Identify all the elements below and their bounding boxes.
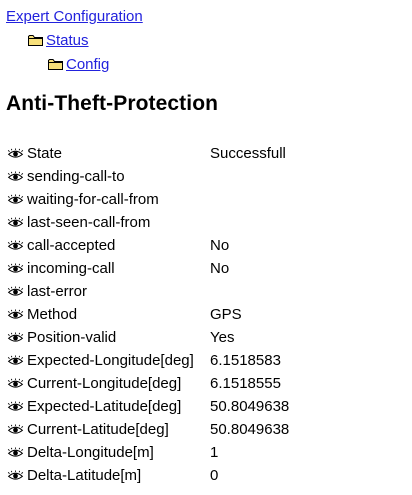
table-row: Expected-Latitude[deg] 50.8049638	[7, 395, 407, 418]
row-label: Expected-Longitude[deg]	[27, 352, 194, 369]
eye-icon[interactable]	[7, 447, 24, 458]
row-value: Yes	[210, 329, 235, 346]
eye-icon[interactable]	[7, 332, 24, 343]
page-title: Anti-Theft-Protection	[6, 92, 219, 115]
breadcrumb-level1: Status	[28, 28, 143, 52]
row-label: Method	[27, 306, 78, 323]
row-label: last-seen-call-from	[27, 214, 151, 231]
row-value: Successfull	[210, 145, 286, 162]
table-row: waiting-for-call-from	[7, 188, 407, 211]
eye-icon[interactable]	[7, 401, 24, 412]
table-row: State Successfull	[7, 142, 407, 165]
row-label: Delta-Longitude[m]	[27, 444, 154, 461]
eye-icon[interactable]	[7, 148, 24, 159]
eye-icon[interactable]	[7, 240, 24, 251]
eye-icon[interactable]	[7, 194, 24, 205]
expert-configuration-link[interactable]: Expert Configuration	[6, 8, 143, 25]
row-label: waiting-for-call-from	[27, 191, 159, 208]
row-value: No	[210, 237, 230, 254]
folder-icon	[48, 59, 63, 70]
folder-icon	[28, 35, 43, 46]
row-label: State	[27, 145, 63, 162]
row-value: GPS	[210, 306, 242, 323]
breadcrumb-level2: Config	[48, 52, 143, 76]
table-row: Expected-Longitude[deg] 6.1518583	[7, 349, 407, 372]
table-row: sending-call-to	[7, 165, 407, 188]
row-label: Current-Latitude[deg]	[27, 421, 169, 438]
status-link[interactable]: Status	[46, 32, 89, 49]
row-value: 50.8049638	[210, 398, 290, 415]
eye-icon[interactable]	[7, 217, 24, 228]
eye-icon[interactable]	[7, 355, 24, 366]
row-label: Current-Longitude[deg]	[27, 375, 182, 392]
table-row: last-seen-call-from	[7, 211, 407, 234]
table-row: Method GPS	[7, 303, 407, 326]
config-link[interactable]: Config	[66, 56, 109, 73]
status-table: State Successfull sending-call-to waiting-f…	[7, 142, 407, 487]
eye-icon[interactable]	[7, 424, 24, 435]
eye-icon[interactable]	[7, 263, 24, 274]
table-row: Delta-Longitude[m] 1	[7, 441, 407, 464]
row-value: 50.8049638	[210, 421, 290, 438]
eye-icon[interactable]	[7, 171, 24, 182]
breadcrumb: Expert Configuration Status Config	[6, 4, 143, 76]
row-value: 1	[210, 444, 219, 461]
table-row: Position-valid Yes	[7, 326, 407, 349]
row-label: Expected-Latitude[deg]	[27, 398, 182, 415]
row-label: Position-valid	[27, 329, 117, 346]
table-row: incoming-call No	[7, 257, 407, 280]
eye-icon[interactable]	[7, 286, 24, 297]
row-value: 6.1518583	[210, 352, 281, 369]
row-value: No	[210, 260, 230, 277]
eye-icon[interactable]	[7, 309, 24, 320]
table-row: call-accepted No	[7, 234, 407, 257]
row-label: Delta-Latitude[m]	[27, 467, 142, 484]
row-label: last-error	[27, 283, 88, 300]
row-label: call-accepted	[27, 237, 116, 254]
table-row: Delta-Latitude[m] 0	[7, 464, 407, 487]
row-label: sending-call-to	[27, 168, 125, 185]
table-row: Current-Latitude[deg] 50.8049638	[7, 418, 407, 441]
table-row: Current-Longitude[deg] 6.1518555	[7, 372, 407, 395]
breadcrumb-root: Expert Configuration	[6, 4, 143, 28]
row-value: 6.1518555	[210, 375, 281, 392]
eye-icon[interactable]	[7, 470, 24, 481]
table-row: last-error	[7, 280, 407, 303]
row-value: 0	[210, 467, 219, 484]
eye-icon[interactable]	[7, 378, 24, 389]
row-label: incoming-call	[27, 260, 115, 277]
